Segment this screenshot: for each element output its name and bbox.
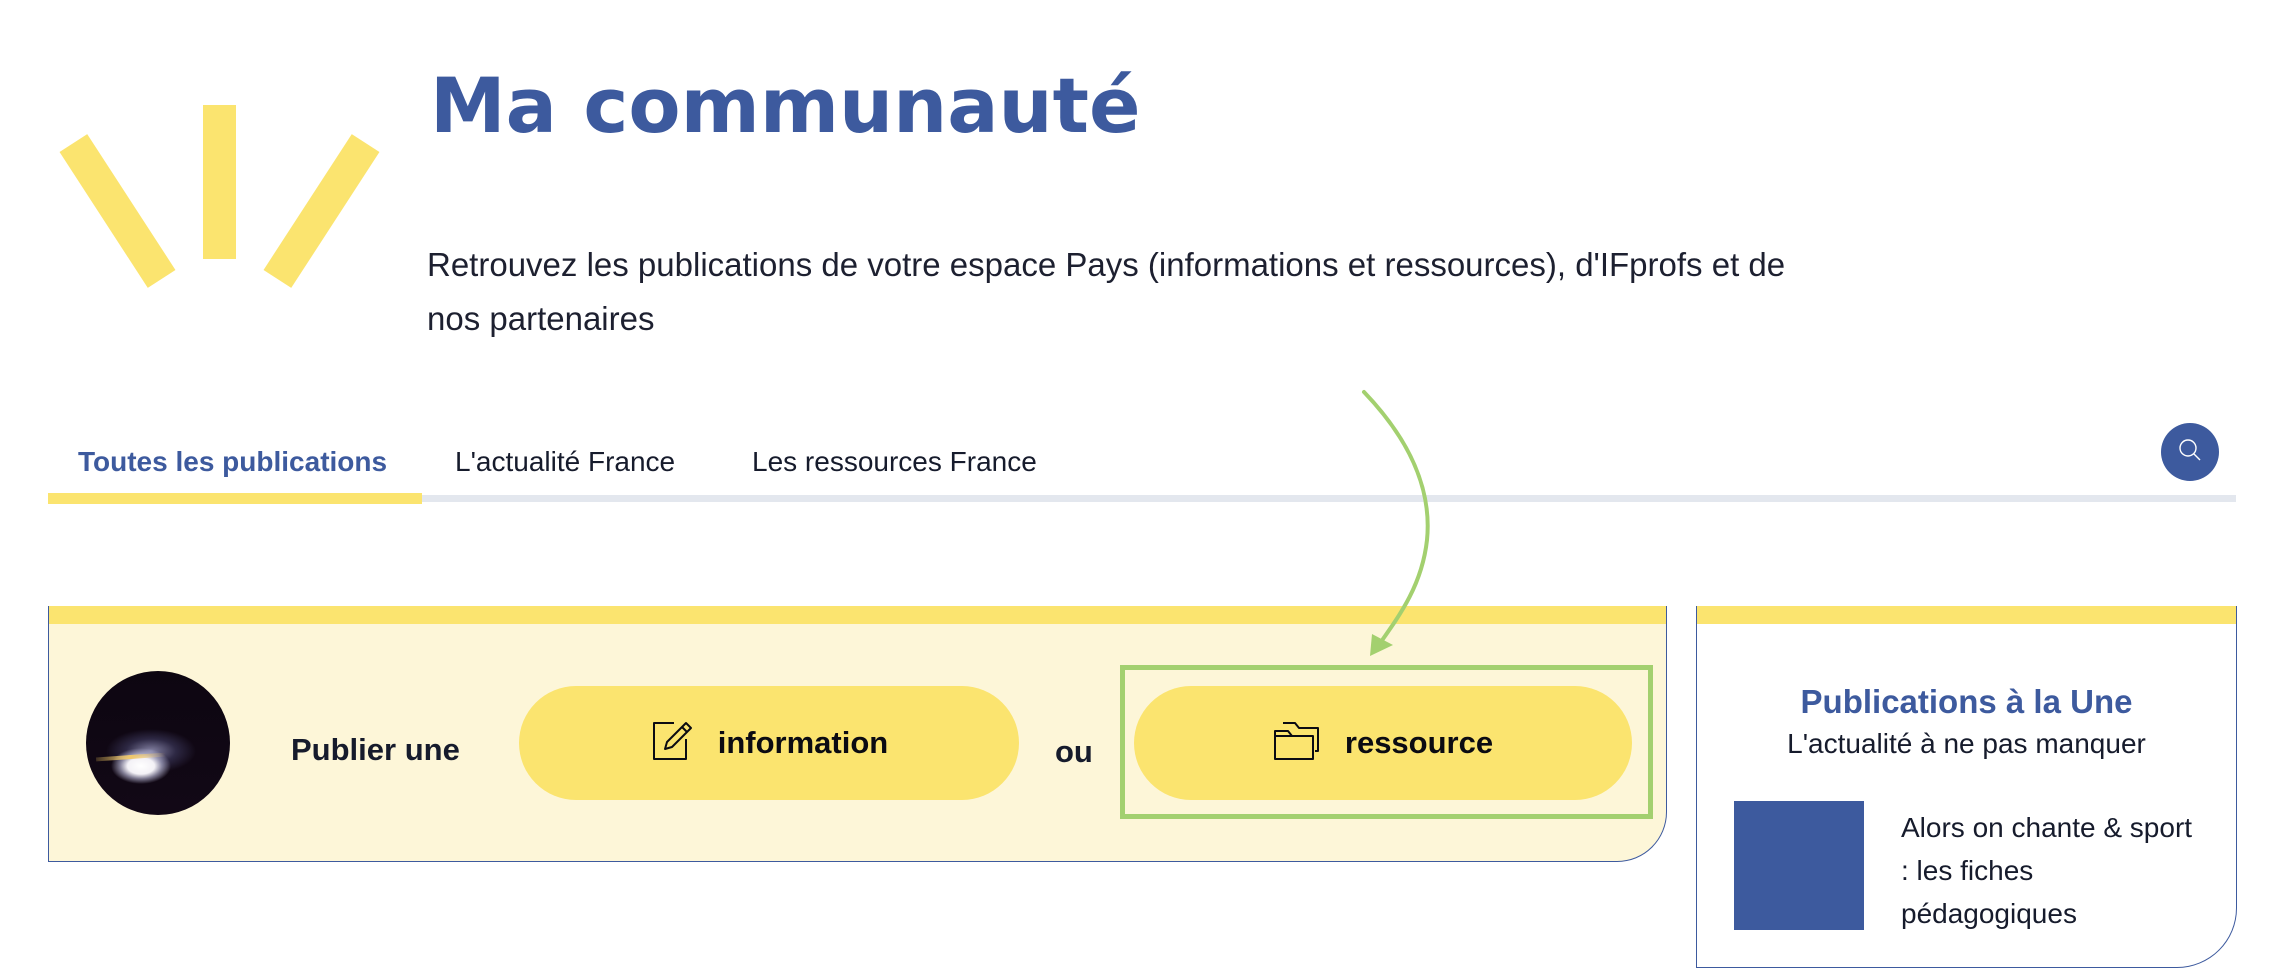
publish-label: Publier une [291,732,460,767]
folder-icon [1273,721,1321,765]
publish-resource-button[interactable]: ressource [1134,686,1632,800]
featured-panel-top-bar [1697,606,2236,624]
search-icon [2177,437,2203,467]
featured-subtitle: L'actualité à ne pas manquer [1787,728,2146,759]
publish-information-label: information [717,725,889,760]
search-button[interactable] [2161,423,2219,481]
featured-item-thumbnail[interactable] [1734,801,1864,930]
avatar-image-detail [95,752,167,762]
logo-ray-right [263,134,380,288]
avatar[interactable] [86,671,230,815]
edit-note-icon [650,719,694,767]
or-label: ou [1055,734,1093,769]
logo-ray-center [203,105,236,259]
publish-resource-label: ressource [1344,725,1494,760]
featured-item-title[interactable]: Alors on chante & sport : les fiches péd… [1901,806,2201,935]
page-title: Ma communauté [430,61,1141,150]
active-tab-indicator [48,493,422,504]
tab-all-publications[interactable]: Toutes les publications [78,440,387,484]
featured-panel: Publications à la Une L'actualité à ne p… [1696,606,2237,968]
tab-actualite-france[interactable]: L'actualité France [455,440,675,484]
publish-panel: Publier une information ou ressource [48,606,1667,862]
publish-panel-top-bar [49,606,1666,624]
featured-title: Publications à la Une [1800,683,2133,720]
tab-ressources-france[interactable]: Les ressources France [752,440,1037,484]
publish-information-button[interactable]: information [519,686,1019,800]
page-intro: Retrouvez les publications de votre espa… [427,246,1786,337]
logo-ray-left [59,134,176,288]
